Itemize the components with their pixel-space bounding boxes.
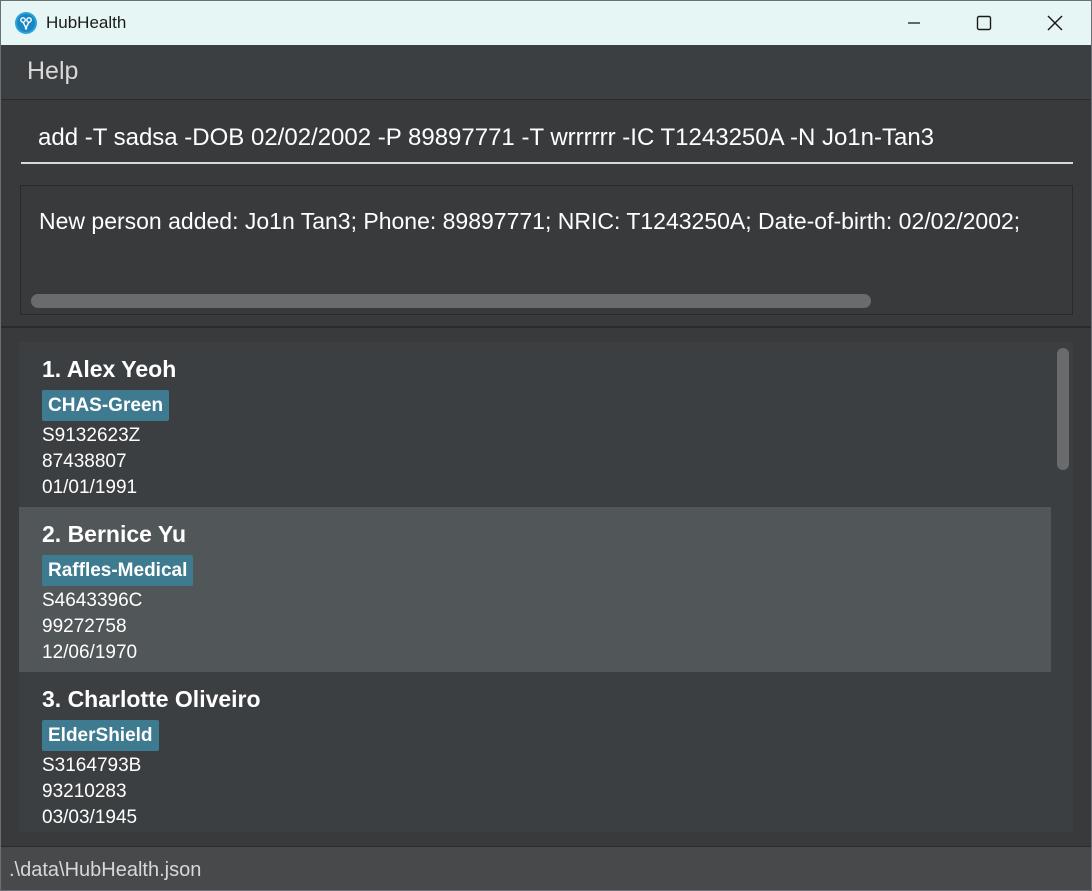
maximize-button[interactable] [961,1,1007,45]
person-list[interactable]: 1. Alex Yeoh CHAS-Green S9132623Z 874388… [19,342,1073,832]
person-tag: CHAS-Green [42,390,170,421]
person-dob: 01/01/1991 [42,477,138,498]
vertical-scrollbar[interactable] [1057,348,1069,470]
command-box [1,100,1091,178]
status-bar: .\data\HubHealth.json [1,846,1091,890]
horizontal-scrollbar[interactable] [31,294,871,308]
result-display-area: New person added: Jo1n Tan3; Phone: 8989… [1,178,1091,328]
person-phone: 87438807 [42,451,127,472]
person-phone: 99272758 [42,616,127,637]
person-nric: S4643396C [42,590,143,611]
window-title: HubHealth [46,13,127,32]
person-nric: S9132623Z [42,425,141,446]
person-nric: S3164793B [42,755,142,776]
command-input[interactable] [21,114,1073,164]
menu-help[interactable]: Help [27,57,78,86]
person-card[interactable]: 2. Bernice Yu Raffles-Medical S4643396C … [19,507,1051,672]
person-tag: Raffles-Medical [42,555,194,586]
person-dob: 12/06/1970 [42,642,138,663]
menu-bar: Help [1,45,1091,100]
person-name: 2. Bernice Yu [42,521,187,547]
person-tag: ElderShield [42,720,159,751]
person-dob: 03/03/1945 [42,807,138,828]
result-display[interactable]: New person added: Jo1n Tan3; Phone: 8989… [20,185,1073,315]
person-phone: 93210283 [42,781,127,802]
close-icon [1047,15,1063,31]
title-bar[interactable]: HubHealth [1,1,1091,45]
person-name: 3. Charlotte Oliveiro [42,686,261,712]
person-name: 1. Alex Yeoh [42,356,177,382]
app-logo-icon [15,12,37,34]
person-card[interactable]: 3. Charlotte Oliveiro ElderShield S31647… [19,672,1051,832]
person-card[interactable]: 1. Alex Yeoh CHAS-Green S9132623Z 874388… [19,342,1051,507]
app-window: HubHealth Help New person added: Jo1n Ta… [0,0,1092,891]
minimize-icon [908,22,920,24]
save-file-path: .\data\HubHealth.json [9,859,202,881]
close-button[interactable] [1032,1,1078,45]
result-text: New person added: Jo1n Tan3; Phone: 8989… [39,208,1021,234]
maximize-icon [976,15,992,31]
minimize-button[interactable] [891,1,937,45]
person-list-area: 1. Alex Yeoh CHAS-Green S9132623Z 874388… [1,328,1091,846]
